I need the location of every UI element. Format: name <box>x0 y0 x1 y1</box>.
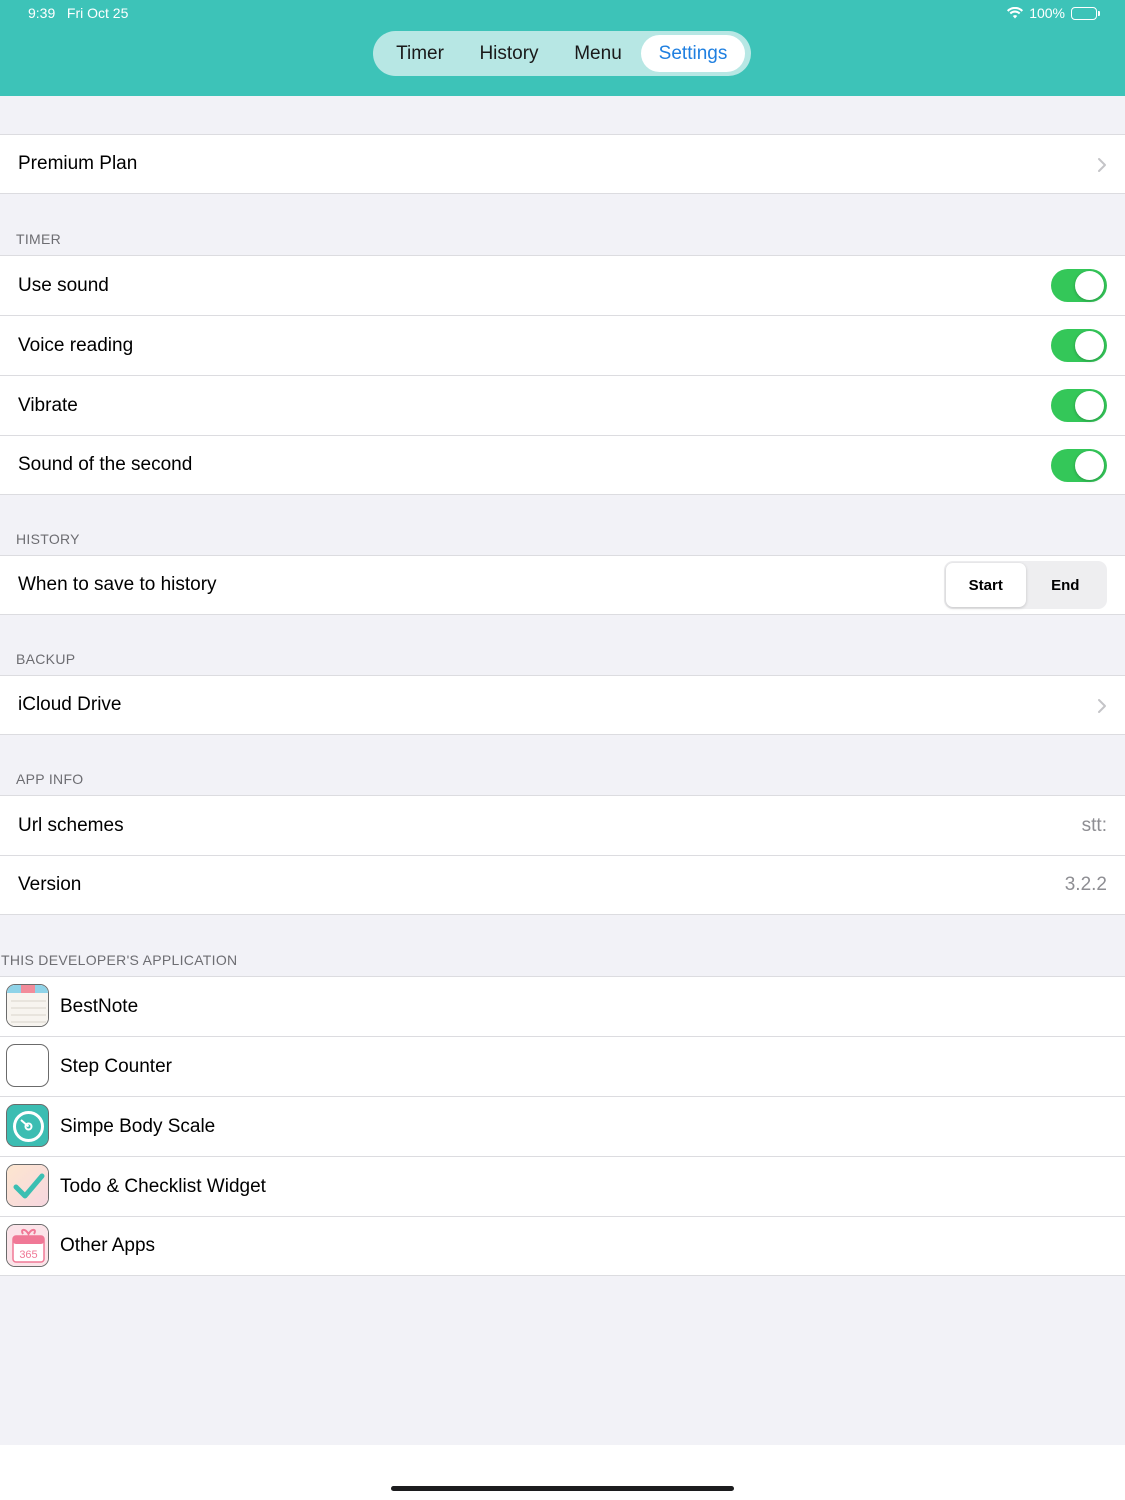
app-row-other-apps[interactable]: 365 Other Apps <box>0 1216 1125 1276</box>
sound-of-second-toggle[interactable] <box>1051 449 1107 482</box>
chevron-right-icon <box>1098 158 1106 172</box>
app-label-bestnote: BestNote <box>60 995 139 1017</box>
vibrate-row: Vibrate <box>0 375 1125 435</box>
status-time: 9:39 <box>28 5 56 21</box>
vibrate-label: Vibrate <box>18 394 78 416</box>
save-history-row: When to save to history Start End <box>0 555 1125 615</box>
app-label-todo: Todo & Checklist Widget <box>60 1175 266 1197</box>
status-bar: 9:39 Fri Oct 25 100% <box>28 5 1100 23</box>
tab-history[interactable]: History <box>463 35 555 72</box>
vibrate-toggle[interactable] <box>1051 389 1107 422</box>
url-schemes-value: stt: <box>1081 814 1107 836</box>
voice-reading-row: Voice reading <box>0 315 1125 375</box>
version-value: 3.2.2 <box>1064 874 1107 895</box>
premium-plan-row[interactable]: Premium Plan <box>0 134 1125 194</box>
voice-reading-label: Voice reading <box>18 334 134 356</box>
save-end-option[interactable]: End <box>1026 563 1106 607</box>
app-row-todo[interactable]: Todo & Checklist Widget <box>0 1156 1125 1216</box>
tab-settings[interactable]: Settings <box>641 35 745 72</box>
app-label-other-apps: Other Apps <box>60 1235 156 1256</box>
status-datetime: 9:39 Fri Oct 25 <box>28 5 128 21</box>
save-start-option[interactable]: Start <box>946 563 1026 607</box>
main-tab-control: Timer History Menu Settings <box>373 31 751 76</box>
blank-app-icon <box>6 1044 49 1087</box>
calendar-365-text: 365 <box>19 1249 37 1261</box>
section-header-developer: THIS DEVELOPER'S APPLICATION <box>1 952 238 968</box>
url-schemes-row: Url schemes stt: <box>0 795 1125 855</box>
scale-icon <box>6 1104 49 1147</box>
app-label-step-counter: Step Counter <box>60 1055 172 1077</box>
save-history-segment: Start End <box>944 561 1107 609</box>
tab-menu[interactable]: Menu <box>555 35 641 72</box>
section-header-timer: TIMER <box>16 231 62 247</box>
section-header-history: HISTORY <box>16 531 80 547</box>
app-label-body-scale: Simpe Body Scale <box>60 1115 216 1137</box>
voice-reading-toggle[interactable] <box>1051 329 1107 362</box>
checkmark-icon <box>6 1164 49 1207</box>
version-label: Version <box>18 874 82 895</box>
wifi-icon <box>1007 7 1024 19</box>
sound-of-second-row: Sound of the second <box>0 435 1125 495</box>
section-header-app-info: APP INFO <box>16 771 84 787</box>
use-sound-row: Use sound <box>0 255 1125 315</box>
version-row: Version 3.2.2 <box>0 855 1125 915</box>
header-bar: 9:39 Fri Oct 25 100% Timer History Menu … <box>0 0 1125 96</box>
save-history-label: When to save to history <box>18 574 217 595</box>
notepad-icon <box>6 984 49 1027</box>
chevron-right-icon <box>1098 699 1106 713</box>
battery-icon <box>1071 6 1100 20</box>
home-indicator[interactable] <box>391 1486 734 1491</box>
battery-percent: 100% <box>1029 5 1065 21</box>
status-right: 100% <box>1007 5 1100 21</box>
icloud-drive-label: iCloud Drive <box>18 694 122 715</box>
calendar-365-icon: 365 <box>6 1224 49 1267</box>
app-row-step-counter[interactable]: Step Counter <box>0 1036 1125 1096</box>
sound-of-second-label: Sound of the second <box>18 454 193 475</box>
premium-plan-label: Premium Plan <box>18 153 138 174</box>
tab-timer[interactable]: Timer <box>377 35 463 72</box>
settings-list[interactable]: Premium Plan TIMER Use sound Voice readi… <box>0 96 1125 1445</box>
use-sound-toggle[interactable] <box>1051 269 1107 302</box>
app-row-body-scale[interactable]: Simpe Body Scale <box>0 1096 1125 1156</box>
app-row-bestnote[interactable]: BestNote <box>0 976 1125 1036</box>
section-header-backup: BACKUP <box>16 651 76 667</box>
bottom-safe-area <box>0 1445 1125 1500</box>
icloud-drive-row[interactable]: iCloud Drive <box>0 675 1125 735</box>
url-schemes-label: Url schemes <box>18 814 124 836</box>
use-sound-label: Use sound <box>18 274 109 296</box>
status-date: Fri Oct 25 <box>66 5 129 21</box>
